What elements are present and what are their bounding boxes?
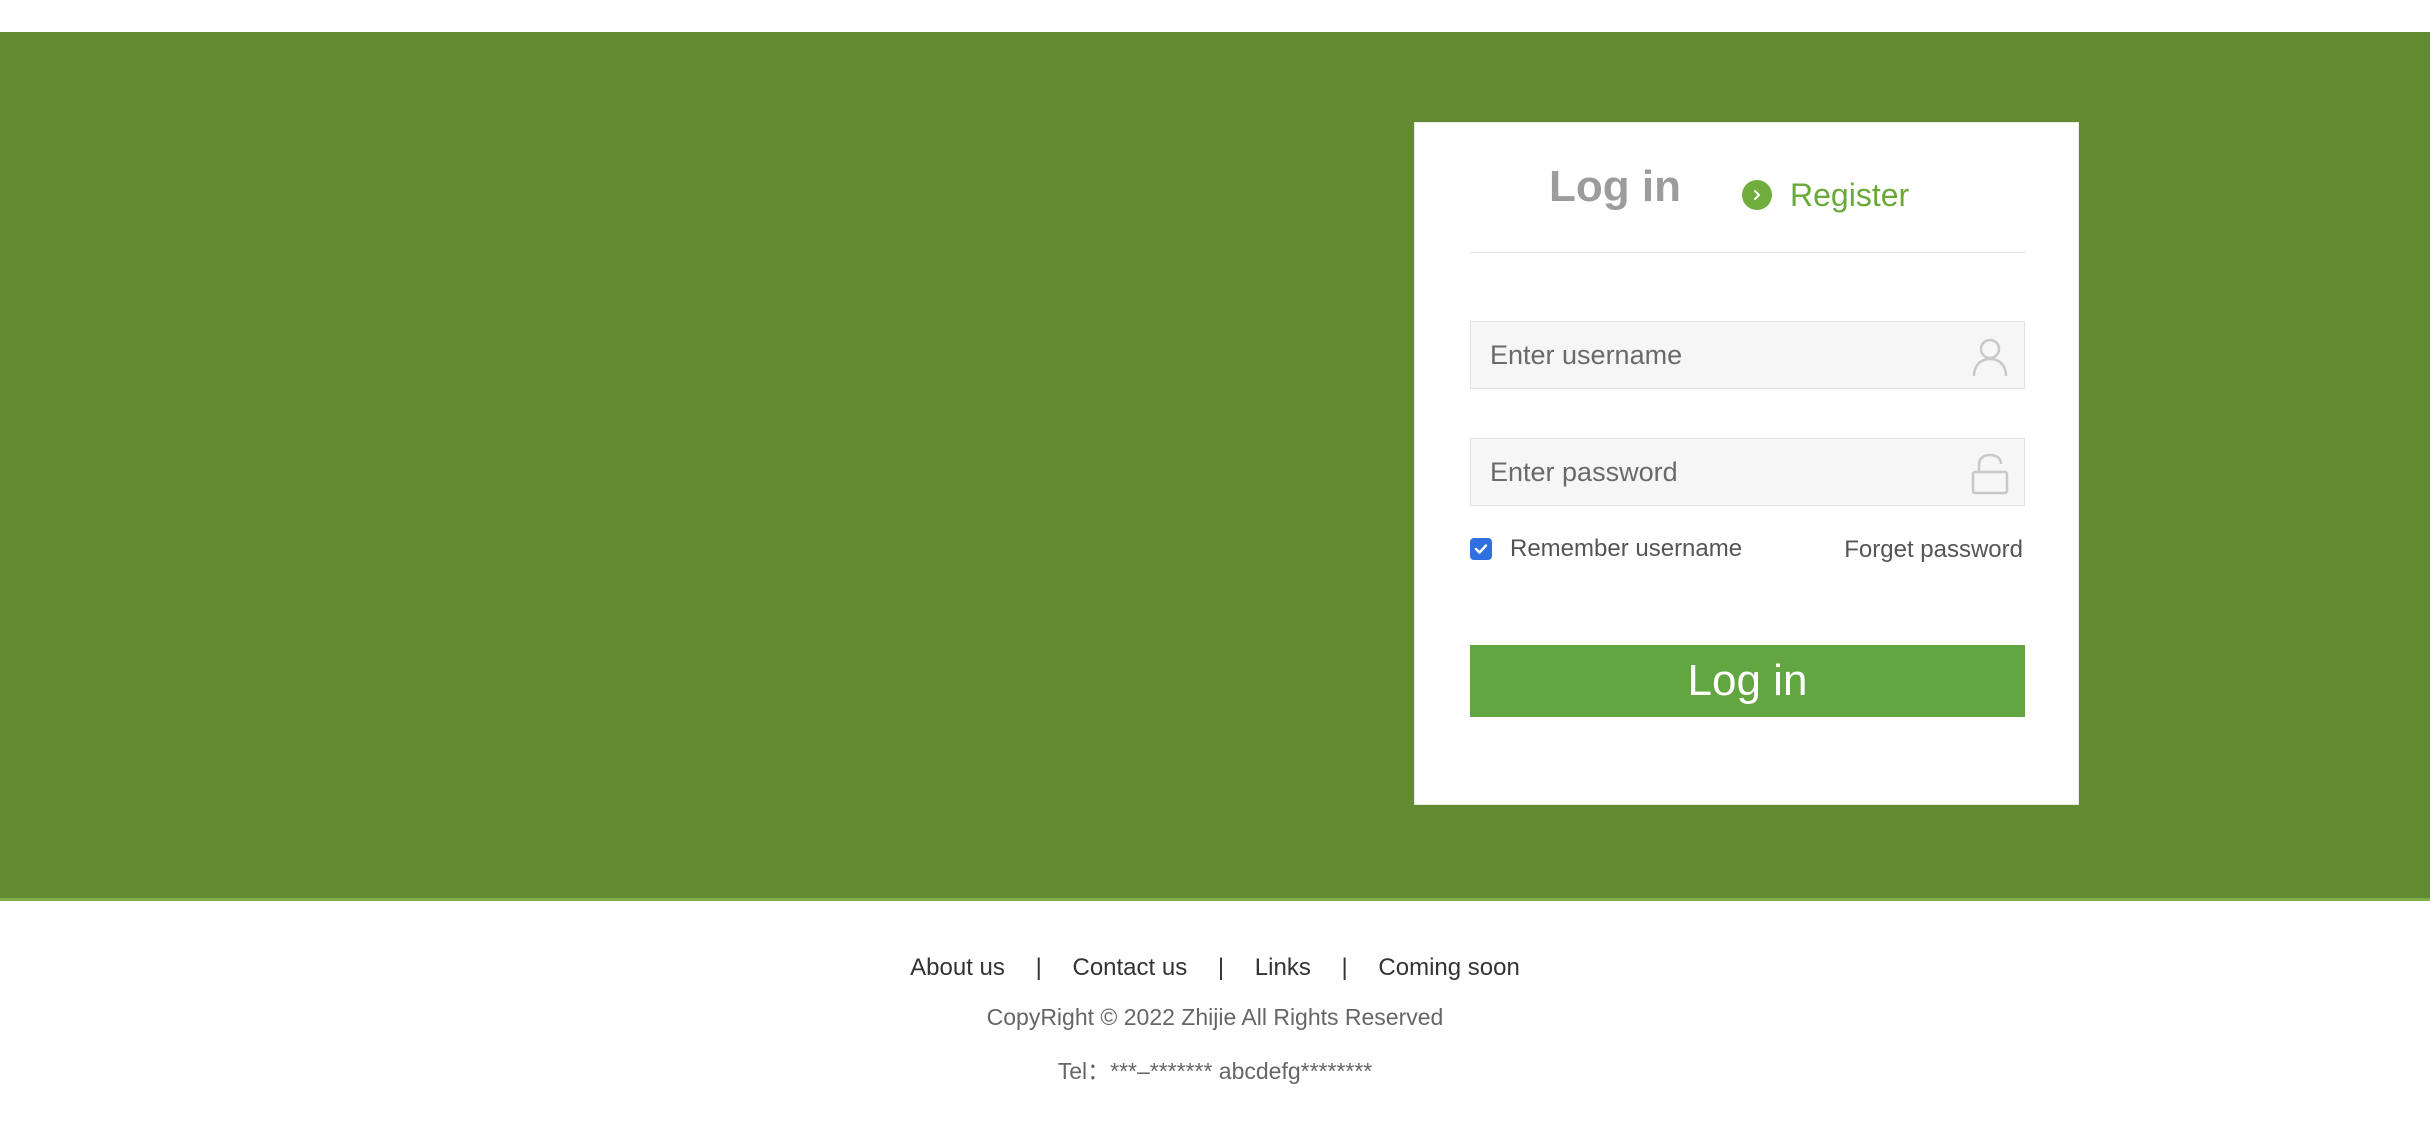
hero-banner: Log in Register Enter username Remember … [0,32,2430,901]
user-icon [1970,336,2010,378]
footer-separator: | [1035,954,1042,981]
password-field-wrapper [1470,438,2025,506]
footer-link-links[interactable]: Links [1255,954,1311,981]
remember-label: Remember username [1510,535,1743,562]
remember-username: Remember username [1470,535,1742,563]
footer-link-coming-soon[interactable]: Coming soon [1378,954,1519,981]
register-label: Register [1790,177,1910,213]
tab-login[interactable]: Log in [1549,165,1681,209]
footer-links: About us | Contact us | Links | Coming s… [0,954,2430,982]
password-input[interactable] [1471,439,1951,505]
username-field-wrapper [1470,321,2025,389]
username-input[interactable] [1471,322,1951,388]
footer-link-contact[interactable]: Contact us [1072,954,1187,981]
footer-link-about[interactable]: About us [910,954,1005,981]
login-card: Log in Register Enter username Remember … [1414,122,2079,805]
forget-password-link[interactable]: Forget password [1844,536,2023,564]
footer-separator: | [1217,954,1225,981]
login-card-header: Log in Register [1470,123,2025,253]
login-button[interactable]: Log in [1470,645,2025,717]
remember-checkbox[interactable] [1470,538,1492,560]
footer-separator: | [1341,954,1348,981]
footer-tel: Tel：***–******* abcdefg******** [1057,1058,1373,1084]
tab-register[interactable]: Register [1742,179,1909,211]
unlock-icon [1970,453,2010,495]
footer-copyright: CopyRight © 2022 Zhijie All Rights Reser… [986,1004,1444,1030]
chevron-circle-icon [1742,180,1772,210]
